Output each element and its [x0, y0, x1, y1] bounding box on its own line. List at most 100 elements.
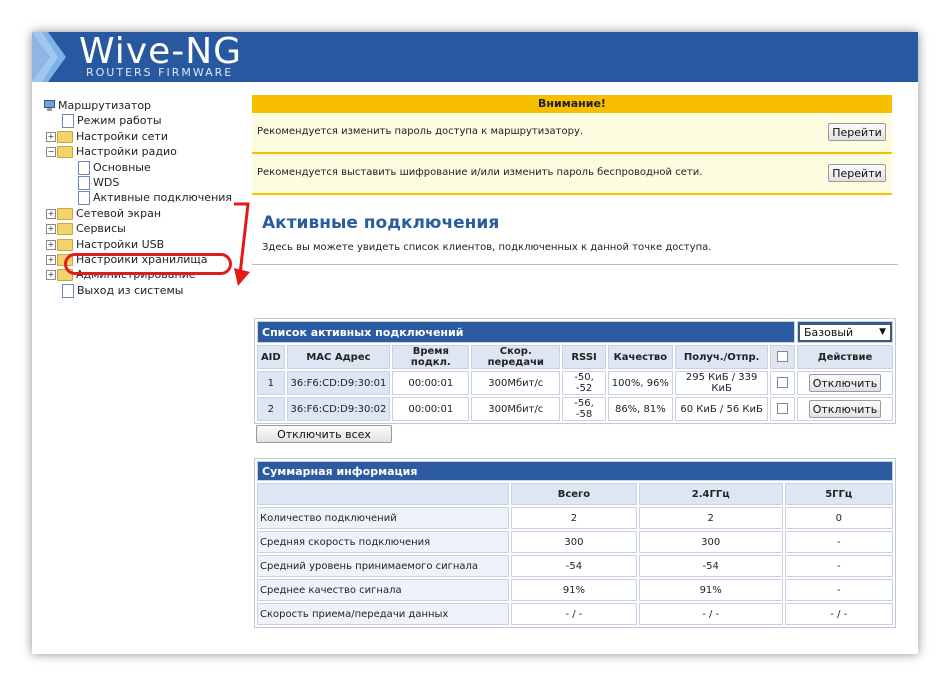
expand-icon[interactable]: +	[46, 208, 56, 219]
cell-traffic: 295 КиБ / 339 КиБ	[674, 371, 769, 395]
sidebar-item-active-connections[interactable]: Активные подключения	[44, 190, 254, 206]
table-row: Средний уровень принимаемого сигнала -54…	[257, 555, 893, 577]
cell-action: Отключить	[797, 371, 893, 395]
folder-icon	[57, 207, 73, 220]
cell-total: 300	[511, 531, 637, 553]
app-window: Wive-NG ROUTERS FIRMWARE Маршрутизатор Р…	[32, 31, 918, 654]
row-label: Средняя скорость подключения	[257, 531, 509, 553]
go-password-button[interactable]: Перейти	[828, 123, 886, 141]
cell-rate: 300Мбит/с	[471, 397, 561, 421]
divider	[252, 264, 898, 265]
mode-select[interactable]: Базовый ▼	[799, 323, 891, 341]
expand-icon[interactable]: +	[46, 254, 56, 265]
row-checkbox[interactable]	[777, 403, 789, 415]
table-row: Скорость приема/передачи данных - / - - …	[257, 603, 893, 625]
warning-box: Внимание! Рекомендуется изменить пароль …	[252, 95, 892, 195]
cell-rssi: -50, -52	[562, 371, 606, 395]
col-quality: Качество	[607, 345, 673, 369]
sidebar-item-label: Настройки радио	[76, 145, 177, 159]
cell-total: - / -	[511, 603, 637, 625]
disconnect-all-button[interactable]: Отключить всех	[256, 425, 392, 443]
cell-5ghz: -	[784, 555, 893, 577]
table-row: 1 36:F6:CD:D9:30:01 00:00:01 300Мбит/с -…	[257, 371, 893, 395]
cell-24ghz: -54	[638, 555, 783, 577]
col-rate: Скор. передачи	[471, 345, 561, 369]
cell-24ghz: 91%	[638, 579, 783, 601]
col-empty	[257, 483, 509, 505]
cell-24ghz: 2	[638, 507, 783, 529]
page-description: Здесь вы можете увидеть список клиентов,…	[262, 242, 712, 253]
expand-icon[interactable]: +	[46, 131, 56, 142]
row-checkbox[interactable]	[777, 377, 789, 389]
sidebar-item-label: Сетевой экран	[76, 206, 162, 220]
cell-5ghz: -	[784, 531, 893, 553]
cell-rate: 300Мбит/с	[471, 371, 561, 395]
highlight-outline	[64, 253, 232, 275]
col-action: Действие	[797, 345, 893, 369]
sidebar-root-label: Маршрутизатор	[58, 99, 152, 112]
col-total: Всего	[511, 483, 637, 505]
sidebar-item-network[interactable]: + Настройки сети	[44, 129, 254, 144]
disconnect-button[interactable]: Отключить	[809, 400, 881, 418]
sidebar-item-basic[interactable]: Основные	[44, 160, 254, 175]
page-title: Активные подключения	[262, 213, 500, 233]
cell-mac: 36:F6:CD:D9:30:02	[286, 397, 391, 421]
cell-checkbox	[770, 371, 795, 395]
sidebar-item-radio[interactable]: − Настройки радио	[44, 144, 254, 159]
page-icon	[62, 114, 74, 129]
header-banner: Wive-NG ROUTERS FIRMWARE	[32, 31, 918, 82]
page-icon	[62, 283, 74, 298]
cell-quality: 86%, 81%	[607, 397, 673, 421]
connections-table: Список активных подключений Базовый ▼ AID…	[254, 318, 896, 424]
page-icon	[78, 191, 90, 206]
row-label: Средний уровень принимаемого сигнала	[257, 555, 509, 577]
disconnect-button[interactable]: Отключить	[809, 374, 881, 392]
cell-mac: 36:F6:CD:D9:30:01	[286, 371, 391, 395]
cell-aid: 1	[257, 371, 285, 395]
table-row: 2 36:F6:CD:D9:30:02 00:00:01 300Мбит/с -…	[257, 397, 893, 421]
folder-icon	[57, 223, 73, 236]
sidebar-item-label: WDS	[93, 175, 120, 189]
cell-5ghz: 0	[784, 507, 893, 529]
col-24ghz: 2.4ГГц	[638, 483, 783, 505]
sidebar-item-label: Настройки USB	[76, 237, 165, 251]
warning-title: Внимание!	[252, 95, 892, 113]
sidebar-item-label: Настройки сети	[76, 129, 168, 143]
sidebar-tree: Маршрутизатор Режим работы + Настройки се…	[44, 98, 254, 298]
sidebar-item-label: Активные подключения	[93, 191, 233, 205]
expand-icon[interactable]: +	[46, 270, 56, 281]
cell-aid: 2	[257, 397, 285, 421]
sidebar-item-mode[interactable]: Режим работы	[44, 113, 254, 129]
collapse-icon[interactable]: −	[46, 147, 56, 158]
sidebar-item-label: Выход из системы	[77, 283, 184, 297]
sidebar-root[interactable]: Маршрутизатор	[44, 98, 254, 113]
sidebar-item-label: Режим работы	[77, 114, 162, 128]
cell-quality: 100%, 96%	[607, 371, 673, 395]
go-wireless-button[interactable]: Перейти	[828, 164, 886, 182]
sidebar-item-services[interactable]: + Сервисы	[44, 221, 254, 236]
select-all-checkbox[interactable]	[777, 351, 789, 363]
expand-icon[interactable]: +	[46, 239, 56, 250]
folder-icon	[57, 130, 73, 143]
col-mac: MAC Адрес	[286, 345, 391, 369]
logo-icon	[32, 32, 66, 82]
table-row: Среднее качество сигнала 91% 91% -	[257, 579, 893, 601]
expand-icon[interactable]: +	[46, 224, 56, 235]
connections-caption: Список активных подключений	[257, 321, 795, 343]
sidebar-item-wds[interactable]: WDS	[44, 175, 254, 190]
sidebar-item-usb[interactable]: + Настройки USB	[44, 237, 254, 252]
cell-24ghz: 300	[638, 531, 783, 553]
cell-time: 00:00:01	[392, 397, 470, 421]
row-label: Среднее качество сигнала	[257, 579, 509, 601]
annotation-arrow-icon	[234, 202, 250, 286]
sidebar-item-firewall[interactable]: + Сетевой экран	[44, 206, 254, 221]
row-label: Скорость приема/передачи данных	[257, 603, 509, 625]
cell-5ghz: -	[784, 579, 893, 601]
cell-5ghz: - / -	[784, 603, 893, 625]
sidebar-item-logout[interactable]: Выход из системы	[44, 283, 254, 298]
computer-icon	[44, 100, 55, 111]
table-row: Средняя скорость подключения 300 300 -	[257, 531, 893, 553]
cell-time: 00:00:01	[392, 371, 470, 395]
col-rssi: RSSI	[562, 345, 606, 369]
summary-table: Суммарная информация Всего 2.4ГГц 5ГГц К…	[254, 458, 896, 628]
